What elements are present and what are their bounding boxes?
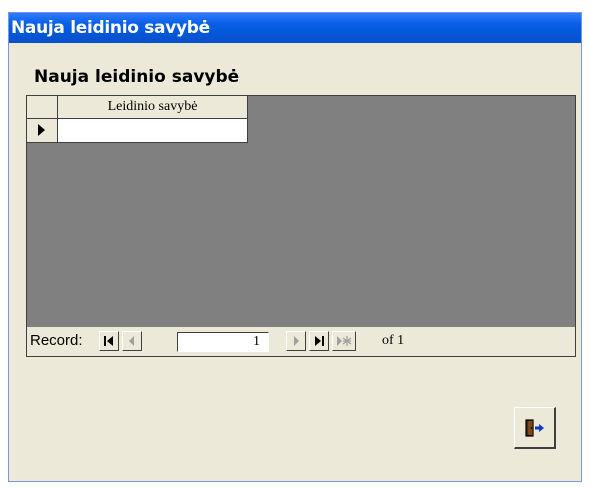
form-heading: Nauja leidinio savybė (34, 67, 240, 87)
record-selector[interactable] (27, 119, 58, 143)
record-navigation-bar: Record: 1 of 1 (27, 326, 575, 356)
window-title: Nauja leidinio savybė (11, 18, 210, 38)
previous-record-icon (129, 336, 134, 346)
last-record-icon (315, 336, 324, 346)
new-record-button[interactable] (332, 331, 356, 351)
exit-button[interactable] (514, 407, 556, 449)
record-label: Record: (30, 332, 83, 349)
select-all-cell[interactable] (27, 96, 58, 119)
current-record-input[interactable]: 1 (177, 332, 269, 352)
record-count-label: of 1 (382, 333, 405, 348)
column-header-leidinio-savybe[interactable]: Leidinio savybė (58, 96, 248, 119)
next-record-icon (294, 336, 299, 346)
exit-door-icon (525, 419, 544, 437)
form-window: Nauja leidinio savybė Nauja leidinio sav… (8, 12, 582, 482)
datasheet-subform: Leidinio savybė Record: 1 of 1 (26, 95, 576, 357)
last-record-button[interactable] (309, 331, 329, 351)
datasheet-header-row: Leidinio savybė (27, 96, 257, 119)
previous-record-button[interactable] (122, 331, 142, 351)
first-record-button[interactable] (99, 331, 119, 351)
new-record-icon (337, 336, 352, 346)
current-record-arrow-icon (38, 124, 45, 136)
title-bar[interactable]: Nauja leidinio savybė (9, 13, 581, 43)
leidinio-savybe-cell[interactable] (58, 119, 248, 143)
first-record-icon (104, 336, 113, 346)
next-record-button[interactable] (286, 331, 306, 351)
